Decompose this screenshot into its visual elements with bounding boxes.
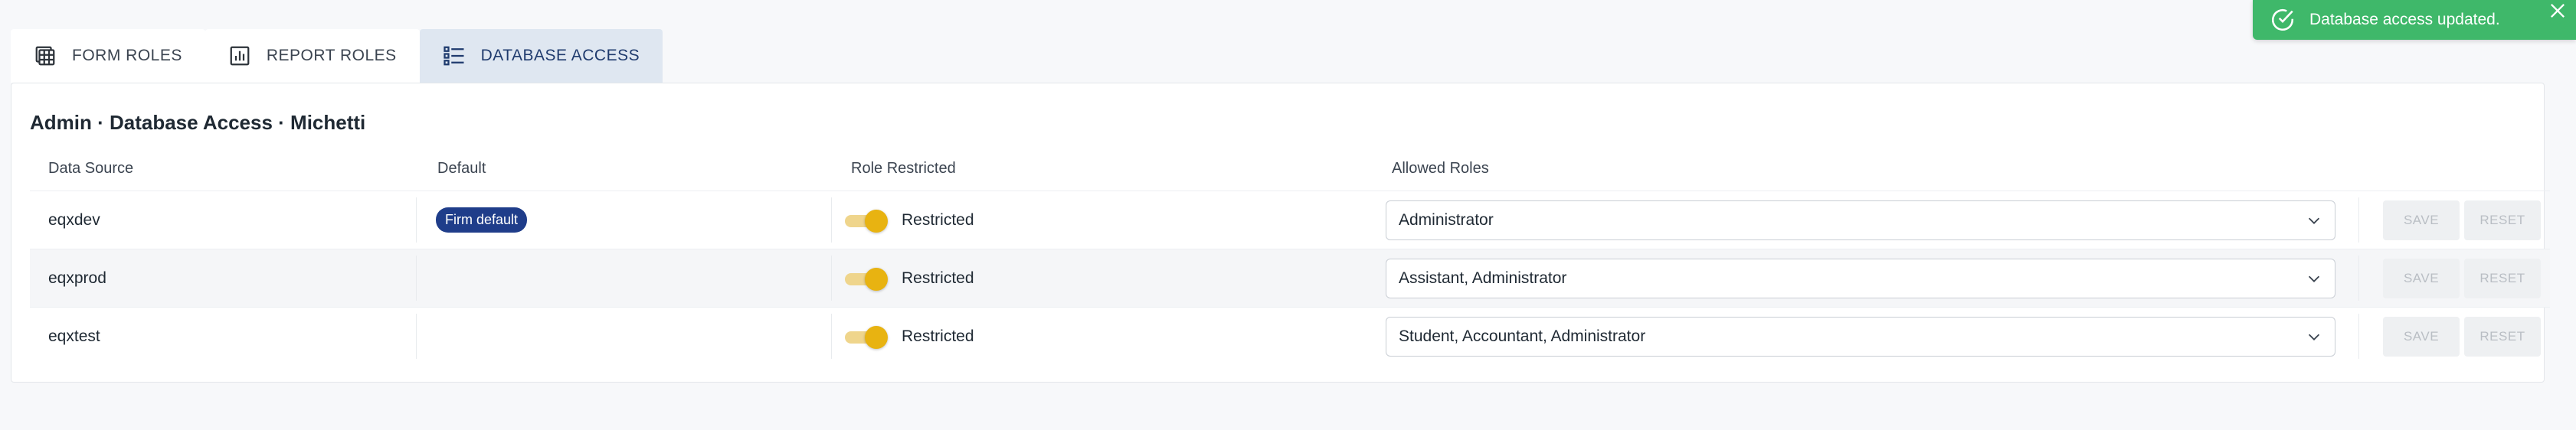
database-access-panel: Admin · Database Access · Michetti Data … bbox=[11, 83, 2550, 383]
column-divider bbox=[416, 197, 417, 243]
allowed-roles-select[interactable]: Administrator bbox=[1386, 200, 2335, 240]
column-divider bbox=[831, 314, 832, 359]
chevron-down-icon bbox=[2308, 217, 2320, 224]
restricted-label: Restricted bbox=[902, 269, 974, 287]
allowed-roles-value: Assistant, Administrator bbox=[1399, 269, 1567, 287]
tab-report-roles[interactable]: REPORT ROLES bbox=[205, 29, 420, 83]
restricted-cell: Restricted bbox=[845, 191, 974, 249]
header-default: Default bbox=[437, 160, 486, 177]
table-row: eqxtest Restricted Student, Accountant, … bbox=[30, 307, 2550, 365]
tab-form-roles[interactable]: FORM ROLES bbox=[11, 29, 205, 83]
chevron-down-icon bbox=[2308, 334, 2320, 340]
save-button[interactable]: SAVE bbox=[2383, 258, 2460, 298]
column-divider bbox=[831, 256, 832, 301]
role-restricted-toggle[interactable] bbox=[845, 324, 888, 349]
tab-database-access[interactable]: DATABASE ACCESS bbox=[419, 29, 663, 83]
column-divider bbox=[2358, 197, 2359, 243]
restricted-cell: Restricted bbox=[845, 308, 974, 365]
header-allowed-roles: Allowed Roles bbox=[1392, 160, 1489, 177]
actions-cell: SAVE RESET bbox=[2383, 249, 2545, 307]
reset-button[interactable]: RESET bbox=[2464, 316, 2541, 357]
allowed-roles-cell: Assistant, Administrator bbox=[1386, 249, 2335, 307]
data-source-cell: eqxprod bbox=[48, 269, 106, 287]
restricted-cell: Restricted bbox=[845, 249, 974, 307]
success-toast: Database access updated. bbox=[2253, 0, 2576, 40]
reset-button[interactable]: RESET bbox=[2464, 258, 2541, 298]
toggle-knob bbox=[865, 209, 888, 233]
data-source-cell: eqxtest bbox=[48, 327, 100, 345]
role-restricted-toggle[interactable] bbox=[845, 266, 888, 291]
restricted-label: Restricted bbox=[902, 210, 974, 229]
header-role-restricted: Role Restricted bbox=[851, 160, 956, 177]
header-data-source: Data Source bbox=[48, 160, 134, 177]
column-divider bbox=[416, 314, 417, 359]
actions-cell: SAVE RESET bbox=[2383, 191, 2545, 249]
allowed-roles-cell: Administrator bbox=[1386, 191, 2335, 249]
toast-message: Database access updated. bbox=[2309, 11, 2500, 28]
tab-bar: FORM ROLES REPORT ROLES DATABASE ACCESS bbox=[11, 29, 2546, 83]
close-icon[interactable] bbox=[2547, 0, 2568, 21]
reset-button[interactable]: RESET bbox=[2464, 200, 2541, 240]
table-row: eqxprod Restricted Assistant, Administra… bbox=[30, 249, 2550, 307]
report-chart-icon bbox=[230, 46, 250, 66]
toggle-knob bbox=[865, 325, 888, 349]
actions-cell: SAVE RESET bbox=[2383, 308, 2545, 365]
database-list-icon bbox=[444, 46, 464, 66]
allowed-roles-value: Administrator bbox=[1399, 210, 1494, 229]
allowed-roles-select[interactable]: Student, Accountant, Administrator bbox=[1386, 316, 2335, 357]
allowed-roles-value: Student, Accountant, Administrator bbox=[1399, 327, 1646, 345]
tab-label: FORM ROLES bbox=[72, 47, 182, 64]
form-table-icon bbox=[35, 46, 55, 66]
tab-label: REPORT ROLES bbox=[266, 47, 397, 64]
column-divider bbox=[416, 256, 417, 301]
check-circle-icon bbox=[2271, 8, 2294, 31]
column-divider bbox=[2358, 256, 2359, 301]
data-source-cell: eqxdev bbox=[48, 210, 100, 229]
firm-default-badge: Firm default bbox=[436, 207, 528, 233]
column-divider bbox=[2358, 314, 2359, 359]
allowed-roles-cell: Student, Accountant, Administrator bbox=[1386, 308, 2335, 365]
allowed-roles-select[interactable]: Assistant, Administrator bbox=[1386, 258, 2335, 298]
tab-label: DATABASE ACCESS bbox=[480, 47, 640, 64]
column-divider bbox=[831, 197, 832, 243]
save-button[interactable]: SAVE bbox=[2383, 316, 2460, 357]
default-cell: Firm default bbox=[436, 191, 528, 249]
role-restricted-toggle[interactable] bbox=[845, 208, 888, 233]
table-row: eqxdev Firm default Restricted Administr… bbox=[30, 191, 2550, 249]
chevron-down-icon bbox=[2308, 275, 2320, 282]
restricted-label: Restricted bbox=[902, 327, 974, 345]
toggle-knob bbox=[865, 267, 888, 291]
save-button[interactable]: SAVE bbox=[2383, 200, 2460, 240]
page-title: Admin · Database Access · Michetti bbox=[30, 111, 366, 134]
